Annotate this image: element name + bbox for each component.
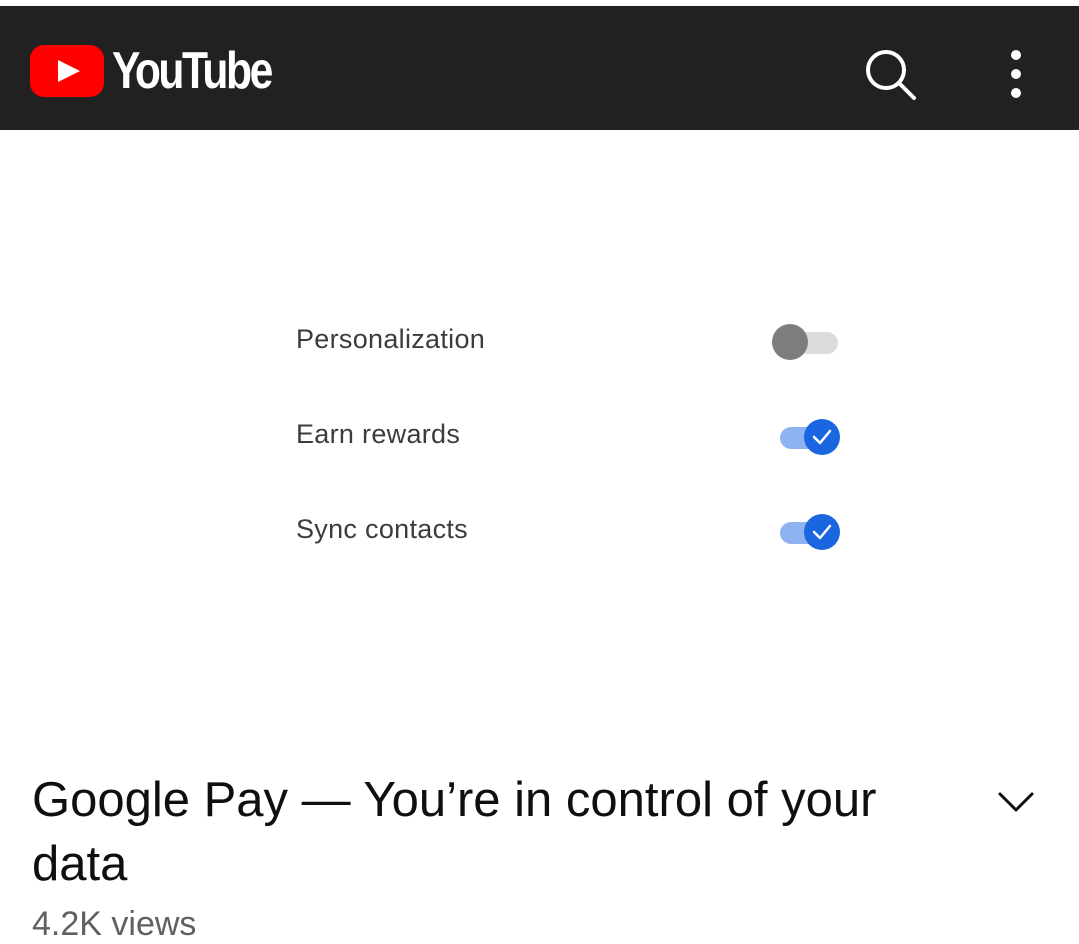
earn-rewards-toggle	[770, 417, 846, 457]
setting-label: Sync contacts	[296, 514, 468, 544]
setting-row-sync-contacts: Sync contacts	[296, 506, 856, 556]
app-header: YouTube	[0, 6, 1079, 130]
setting-row-personalization: Personalization	[296, 316, 856, 366]
youtube-play-icon	[30, 45, 104, 97]
chevron-down-icon	[998, 792, 1034, 812]
video-title[interactable]: Google Pay — You’re in control of your d…	[32, 768, 932, 896]
youtube-logo[interactable]: YouTube	[30, 45, 306, 97]
video-player[interactable]: Personalization Earn rewards Sync contac…	[0, 130, 1079, 750]
view-count: 4.2K views	[32, 905, 197, 943]
sync-contacts-toggle	[770, 512, 846, 552]
setting-label: Personalization	[296, 324, 486, 354]
brand-wordmark: YouTube	[112, 42, 273, 100]
setting-row-earn-rewards: Earn rewards	[296, 411, 856, 461]
search-button[interactable]	[860, 44, 922, 106]
setting-label: Earn rewards	[296, 419, 461, 449]
more-options-button[interactable]	[990, 46, 1042, 102]
checkmark-icon	[812, 429, 832, 445]
more-vert-icon	[1011, 50, 1021, 98]
checkmark-icon	[812, 524, 832, 540]
expand-description-button[interactable]	[990, 780, 1042, 824]
personalization-toggle	[770, 322, 846, 362]
search-icon	[866, 50, 916, 100]
